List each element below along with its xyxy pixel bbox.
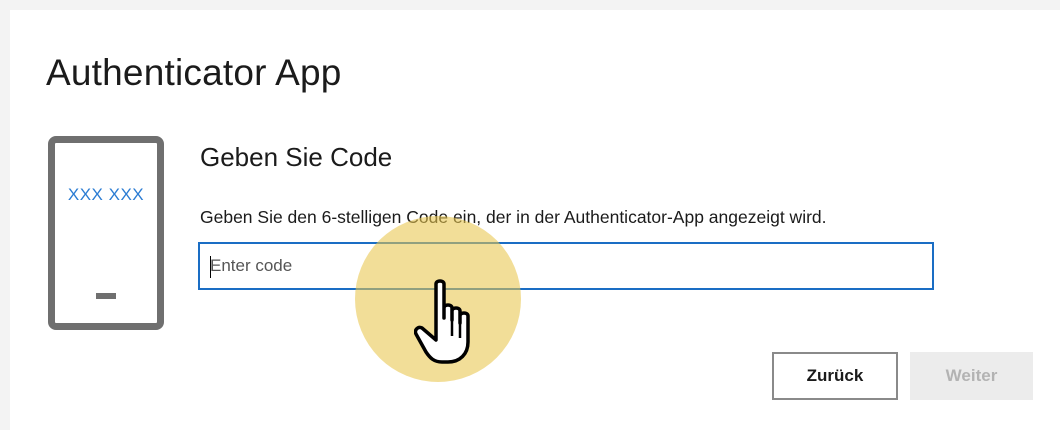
authenticator-card: Authenticator App XXX XXX Geben Sie Code… <box>10 10 1060 430</box>
phone-code-text: XXX XXX <box>67 185 145 204</box>
phone-icon: XXX XXX <box>48 136 164 330</box>
next-button[interactable]: Weiter <box>910 352 1033 400</box>
page-title: Authenticator App <box>46 52 342 93</box>
text-caret <box>210 256 211 278</box>
hand-pointer-icon <box>414 279 470 364</box>
back-button[interactable]: Zurück <box>772 352 898 400</box>
section-heading: Geben Sie Code <box>200 142 393 172</box>
instruction-text: Geben Sie den 6-stelligen Code ein, der … <box>200 207 827 227</box>
phone-home-button-icon <box>96 293 116 299</box>
code-input[interactable] <box>198 242 934 290</box>
